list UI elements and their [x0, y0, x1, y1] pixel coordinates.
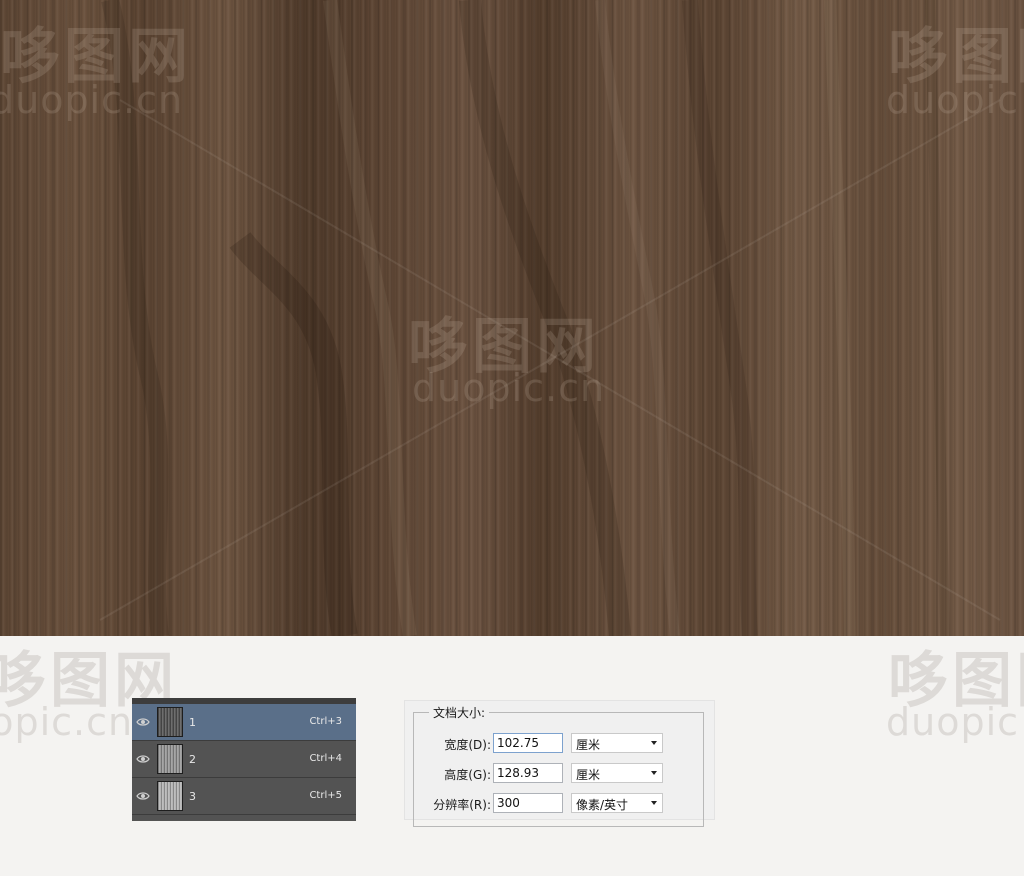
resolution-unit-value: 像素/英寸 — [576, 798, 629, 812]
eye-icon[interactable] — [136, 789, 150, 803]
height-input[interactable]: 128.93 — [493, 763, 563, 783]
layer-row[interactable]: 3 Ctrl+5 — [132, 778, 356, 815]
canvas: 哆图网 duopic.cn 哆图网 duopic.cn 哆图网 duopic 哆… — [0, 0, 1024, 876]
watermark-url: duopic — [886, 78, 1020, 122]
resolution-label: 分辨率(R): — [433, 798, 491, 812]
layer-name: 2 — [189, 753, 196, 766]
chevron-down-icon — [651, 741, 657, 745]
layer-thumbnail — [157, 781, 183, 811]
eye-icon[interactable] — [136, 715, 150, 729]
layer-name: 3 — [189, 790, 196, 803]
layer-shortcut: Ctrl+4 — [309, 753, 342, 764]
watermark-url: duopic.cn — [0, 78, 184, 122]
layer-shortcut: Ctrl+5 — [309, 790, 342, 801]
wood-texture-image: 哆图网 duopic.cn 哆图网 duopic.cn 哆图网 duopic — [0, 0, 1024, 636]
height-label: 高度(G): — [444, 768, 491, 782]
layer-row[interactable]: 1 Ctrl+3 — [132, 704, 356, 741]
document-size-title: 文档大小: — [429, 704, 490, 721]
layer-thumbnail — [157, 744, 183, 774]
layer-name: 1 — [189, 716, 196, 729]
eye-icon[interactable] — [136, 752, 150, 766]
width-unit-value: 厘米 — [576, 738, 601, 752]
chevron-down-icon — [651, 801, 657, 805]
watermark-url: duopic.cn — [0, 700, 134, 744]
height-unit-select[interactable]: 厘米 — [571, 763, 663, 783]
document-size-dialog: 文档大小: 宽度(D): 102.75 厘米 高度(G): 128.93 厘米 … — [404, 700, 715, 827]
resolution-input[interactable]: 300 — [493, 793, 563, 813]
layers-panel: 1 Ctrl+3 2 Ctrl+4 3 Ctrl+5 — [132, 698, 356, 821]
width-unit-select[interactable]: 厘米 — [571, 733, 663, 753]
layer-list: 1 Ctrl+3 2 Ctrl+4 3 Ctrl+5 — [132, 704, 356, 815]
chevron-down-icon — [651, 771, 657, 775]
watermark-url: duopic.cn — [412, 366, 606, 410]
layer-shortcut: Ctrl+3 — [309, 716, 342, 727]
watermark-url: duopic — [886, 700, 1020, 744]
height-unit-value: 厘米 — [576, 768, 601, 782]
layer-row[interactable]: 2 Ctrl+4 — [132, 741, 356, 778]
resolution-unit-select[interactable]: 像素/英寸 — [571, 793, 663, 813]
width-label: 宽度(D): — [444, 738, 491, 752]
width-input[interactable]: 102.75 — [493, 733, 563, 753]
layer-thumbnail — [157, 707, 183, 737]
